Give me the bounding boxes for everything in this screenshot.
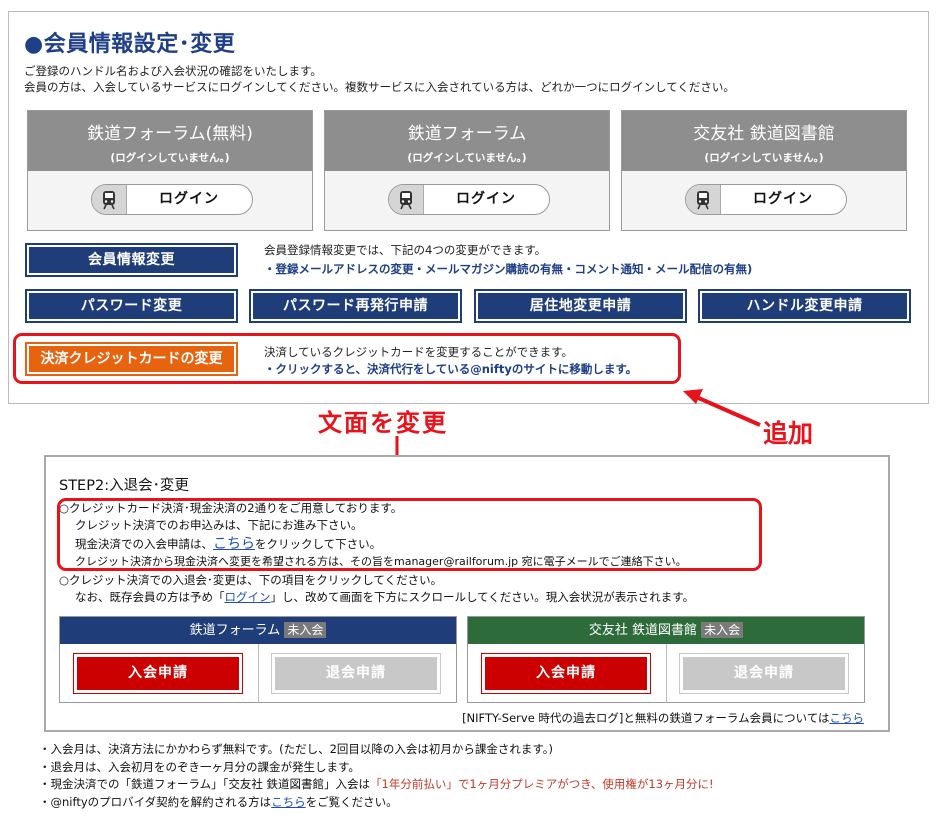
divider [666, 644, 667, 703]
forum-join-button[interactable]: 入会申請 [73, 653, 243, 694]
existing-member-line: なお、既存会員の方は予め「ログイン」し、改めて画面を下方にスクロールしてください… [75, 589, 694, 605]
highlight-box-text-change [57, 498, 762, 571]
footer-note-4: ・@niftyのプロバイダ契約を解約される方はこちらをご覧ください。 [39, 794, 398, 810]
archive-text: [NIFTY-Serve 時代の過去ログ]と無料の鉄道フォーラム会員については [462, 711, 830, 725]
membership-status-badge: 未入会 [284, 622, 327, 638]
library-join-box: 交友社 鉄道図書館 未入会 入会申請 退会申請 [467, 616, 865, 703]
footer-note-1: ・入会月は、決済方法にかかわらず無料です。(ただし、2回目以降の入会は初月から課… [39, 742, 554, 756]
footer-note-2: ・退会月は、入会初月をのぞき一ヶ月分の課金が発生します。 [39, 760, 360, 774]
footer-note-4-post: をご覧ください。 [305, 795, 398, 809]
arrow-left-icon [683, 389, 761, 427]
archive-line: [NIFTY-Serve 時代の過去ログ]と無料の鉄道フォーラム会員についてはこ… [462, 710, 864, 726]
library-leave-button[interactable]: 退会申請 [679, 653, 849, 694]
library-box-name: 交友社 鉄道図書館 [588, 623, 697, 638]
archive-link[interactable]: こちら [830, 711, 865, 725]
footer-note-4-pre: ・@niftyのプロバイダ契約を解約される方は [39, 795, 272, 809]
footer-note-3: ・現金決済での「鉄道フォーラム」「交友社 鉄道図書館」入会は「1年分前払い」で1… [39, 776, 714, 792]
step2-title: STEP2:入退会･変更 [59, 478, 189, 494]
premium-note: 「1年分前払い」で1ヶ月分プレミアがつき、使用権が13ヶ月分に! [370, 777, 714, 791]
library-box-header: 交友社 鉄道図書館 未入会 [468, 617, 864, 644]
footer-note-3-pre: ・現金決済での「鉄道フォーラム」「交友社 鉄道図書館」入会は [39, 777, 371, 791]
provider-cancel-link[interactable]: こちら [271, 795, 306, 809]
credit-join-line: ○クレジット決済での入退会･変更は、下の項目をクリックしてください。 [59, 573, 443, 587]
forum-join-box: 鉄道フォーラム 未入会 入会申請 退会申請 [59, 616, 457, 703]
membership-status-badge: 未入会 [701, 622, 744, 638]
login-link[interactable]: ログイン [225, 590, 271, 604]
forum-box-name: 鉄道フォーラム [189, 623, 281, 638]
existing-member-post: 」し、改めて画面を下方にスクロールしてください。現入会状況が表示されます。 [270, 590, 695, 604]
divider [258, 644, 259, 703]
library-join-button[interactable]: 入会申請 [481, 653, 651, 694]
forum-leave-button[interactable]: 退会申請 [271, 653, 441, 694]
existing-member-pre: なお、既存会員の方は予め「 [75, 590, 225, 604]
forum-box-header: 鉄道フォーラム 未入会 [60, 617, 456, 644]
